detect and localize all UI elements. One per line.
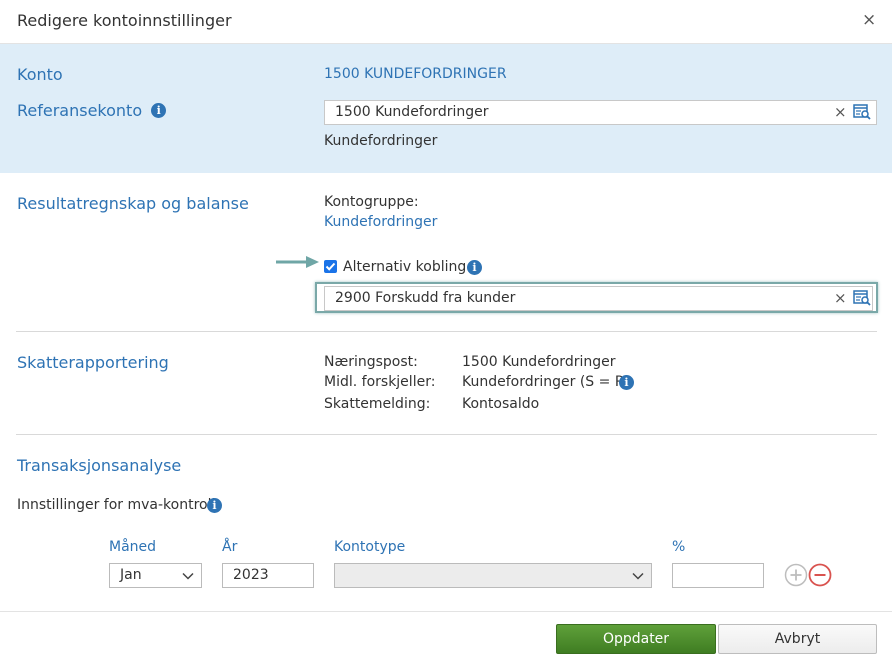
accounttype-header: Kontotype <box>334 539 406 555</box>
skattemelding-label: Skattemelding: <box>324 396 431 412</box>
alternativ-kobling-label: Alternativ kobling <box>343 259 467 275</box>
info-icon[interactable]: i <box>151 102 167 118</box>
skattemelding-value: Kontosaldo <box>462 396 540 412</box>
checkmark-icon <box>325 262 336 271</box>
accounttype-select[interactable] <box>334 563 652 588</box>
footer-divider <box>0 611 892 612</box>
referansekonto-description: Kundefordringer <box>324 133 438 149</box>
referansekonto-input[interactable]: 1500 Kundefordringer <box>324 100 877 125</box>
clear-icon[interactable]: × <box>834 103 847 121</box>
chevron-down-icon <box>182 572 194 580</box>
midl-forskjeller-value: Kundefordringer (S = R) <box>462 374 631 390</box>
edit-account-dialog: Redigere kontoinnstillinger × Konto 1500… <box>0 0 892 663</box>
lookup-icon[interactable] <box>853 290 871 306</box>
clear-icon[interactable]: × <box>834 289 847 307</box>
remove-icon[interactable] <box>808 563 832 587</box>
close-icon[interactable]: × <box>862 10 876 30</box>
skatterapportering-label: Skatterapportering <box>17 353 169 372</box>
kontogruppe-link[interactable]: Kundefordringer <box>324 214 437 230</box>
info-icon[interactable]: i <box>619 375 634 390</box>
resultatregnskap-label: Resultatregnskap og balanse <box>17 194 249 213</box>
year-input[interactable]: 2023 <box>222 563 314 588</box>
info-icon[interactable]: i <box>467 260 482 275</box>
update-button[interactable]: Oppdater <box>556 624 716 654</box>
midl-forskjeller-label: Midl. forskjeller: <box>324 374 436 390</box>
divider <box>16 331 877 332</box>
referansekonto-label-text: Referansekonto <box>17 101 143 120</box>
mva-kontroll-label: Innstillinger for mva-kontroll <box>17 497 216 513</box>
arrow-icon <box>276 256 319 268</box>
chevron-down-icon <box>632 572 644 580</box>
cancel-button[interactable]: Avbryt <box>718 624 877 654</box>
naeringspost-label: Næringspost: <box>324 354 418 370</box>
kontogruppe-label: Kontogruppe: <box>324 194 419 210</box>
percent-input[interactable] <box>672 563 764 588</box>
konto-label: Konto <box>17 65 63 84</box>
transaksjonsanalyse-label: Transaksjonsanalyse <box>17 456 182 475</box>
naeringspost-value: 1500 Kundefordringer <box>462 354 616 370</box>
alternativ-kobling-checkbox[interactable] <box>324 260 337 273</box>
konto-value: 1500 KUNDEFORDRINGER <box>324 66 507 82</box>
dialog-header: Redigere kontoinnstillinger × <box>0 0 892 44</box>
divider <box>16 434 877 435</box>
referansekonto-label: Referansekonto i <box>17 101 167 120</box>
percent-header: % <box>672 539 686 555</box>
month-header: Måned <box>109 539 157 555</box>
info-icon[interactable]: i <box>207 498 222 513</box>
alternativ-kobling-input[interactable]: 2900 Forskudd fra kunder <box>324 286 873 311</box>
month-select[interactable]: Jan <box>109 563 202 588</box>
month-select-value: Jan <box>120 567 142 583</box>
year-input-value: 2023 <box>233 567 269 583</box>
alternativ-kobling-input-value: 2900 Forskudd fra kunder <box>335 290 516 306</box>
referansekonto-input-value: 1500 Kundefordringer <box>335 104 489 120</box>
add-icon[interactable] <box>784 563 808 587</box>
year-header: År <box>222 539 238 555</box>
lookup-icon[interactable] <box>853 104 871 120</box>
dialog-title: Redigere kontoinnstillinger <box>17 11 232 30</box>
